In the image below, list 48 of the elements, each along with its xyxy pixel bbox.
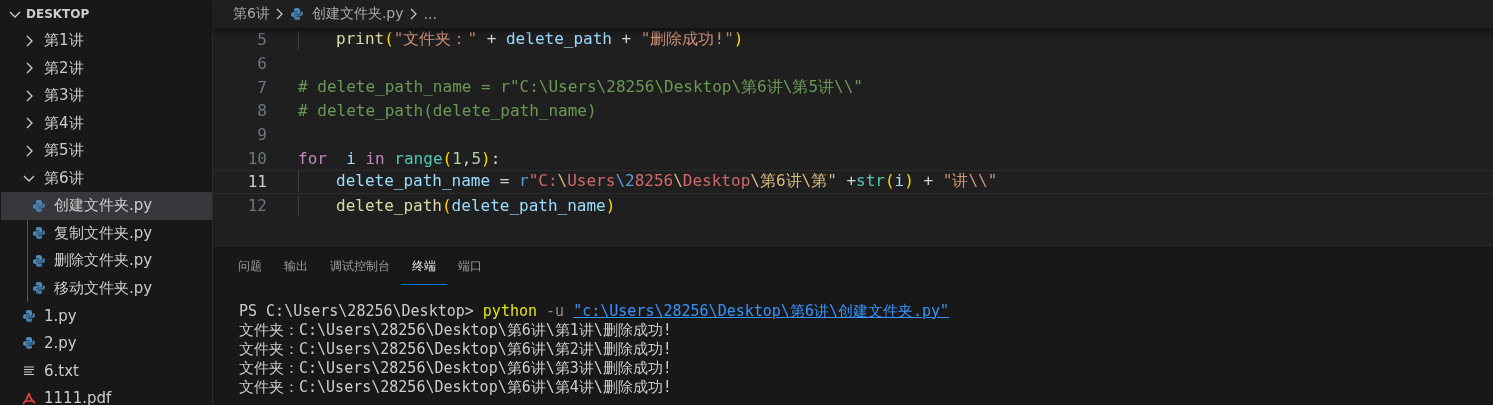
file-item[interactable]: 复制文件夹.py	[28, 219, 212, 247]
text-lines-icon	[22, 363, 36, 378]
line-number: 5	[256, 30, 268, 50]
python-file-icon	[32, 198, 46, 213]
folder-item[interactable]: 第2讲	[0, 54, 212, 82]
panel-tab[interactable]: 调试控制台	[319, 245, 401, 285]
line-number: 9	[256, 125, 268, 145]
python-file-icon	[22, 336, 36, 351]
terminal-line: 文件夹：C:\Users\28256\Desktop\第6讲\第3讲\删除成功!	[239, 358, 673, 378]
python-file-icon	[289, 7, 304, 21]
code-line: # delete_path(delete_path_name)	[298, 101, 597, 121]
folder-item[interactable]: 第3讲	[0, 82, 212, 110]
python-file-icon	[32, 226, 46, 241]
panel-tab[interactable]: 端口	[447, 245, 493, 285]
line-number: 10	[246, 148, 268, 168]
file-item[interactable]: 6.txt	[0, 357, 212, 385]
folder-item[interactable]: 第5讲	[0, 137, 212, 165]
code-line: # delete_path_name = r"C:\Users\28256\Desktop\第6讲\第5讲\\"	[298, 76, 863, 98]
pdf-file-icon	[22, 391, 36, 405]
file-item[interactable]: 移动文件夹.py	[28, 274, 212, 302]
breadcrumb-item[interactable]: 第6讲	[233, 5, 270, 23]
more-crumb[interactable]: ...	[423, 6, 437, 22]
file-item[interactable]: 2.py	[0, 329, 212, 357]
breadcrumb-item[interactable]: 创建文件夹.py	[311, 5, 404, 23]
file-item[interactable]: 删除文件夹.py	[28, 247, 212, 275]
terminal-line: 文件夹：C:\Users\28256\Desktop\第6讲\第4讲\删除成功!	[239, 377, 673, 397]
explorer-section-header[interactable]: DESKTOP	[0, 0, 212, 27]
panel-tab[interactable]: 问题	[227, 245, 273, 285]
python-file-icon	[32, 253, 46, 268]
folder-item[interactable]: 第6讲	[0, 164, 212, 192]
line-number: 11	[246, 172, 268, 192]
code-line: for i in range(1,5):	[298, 148, 501, 168]
panel-tab[interactable]: 输出	[273, 245, 319, 285]
terminal-line: PS C:\Users\28256\Desktop> python -u "c:\Users\28256\Desktop\第6讲\创建文件夹.py"	[239, 301, 951, 321]
terminal-line: 文件夹：C:\Users\28256\Desktop\第6讲\第1讲\删除成功!	[239, 320, 673, 340]
line-number: 12	[246, 196, 268, 216]
python-file-icon	[32, 281, 46, 296]
file-path-link[interactable]: "c:\Users\28256\Desktop\第6讲\创建文件夹.py"	[573, 301, 950, 320]
line-number: 7	[256, 77, 268, 97]
line-number: 8	[256, 101, 268, 121]
folder-item[interactable]: 第4讲	[0, 109, 212, 137]
terminal-line: 文件夹：C:\Users\28256\Desktop\第6讲\第2讲\删除成功!	[239, 339, 673, 359]
file-item[interactable]: 1.py	[0, 302, 212, 330]
folder-item[interactable]: 第1讲	[0, 27, 212, 55]
file-item[interactable]: 创建文件夹.py	[1, 192, 212, 220]
line-number: 6	[256, 54, 268, 74]
panel-tab[interactable]: 终端	[401, 245, 447, 285]
python-file-icon	[22, 308, 36, 323]
